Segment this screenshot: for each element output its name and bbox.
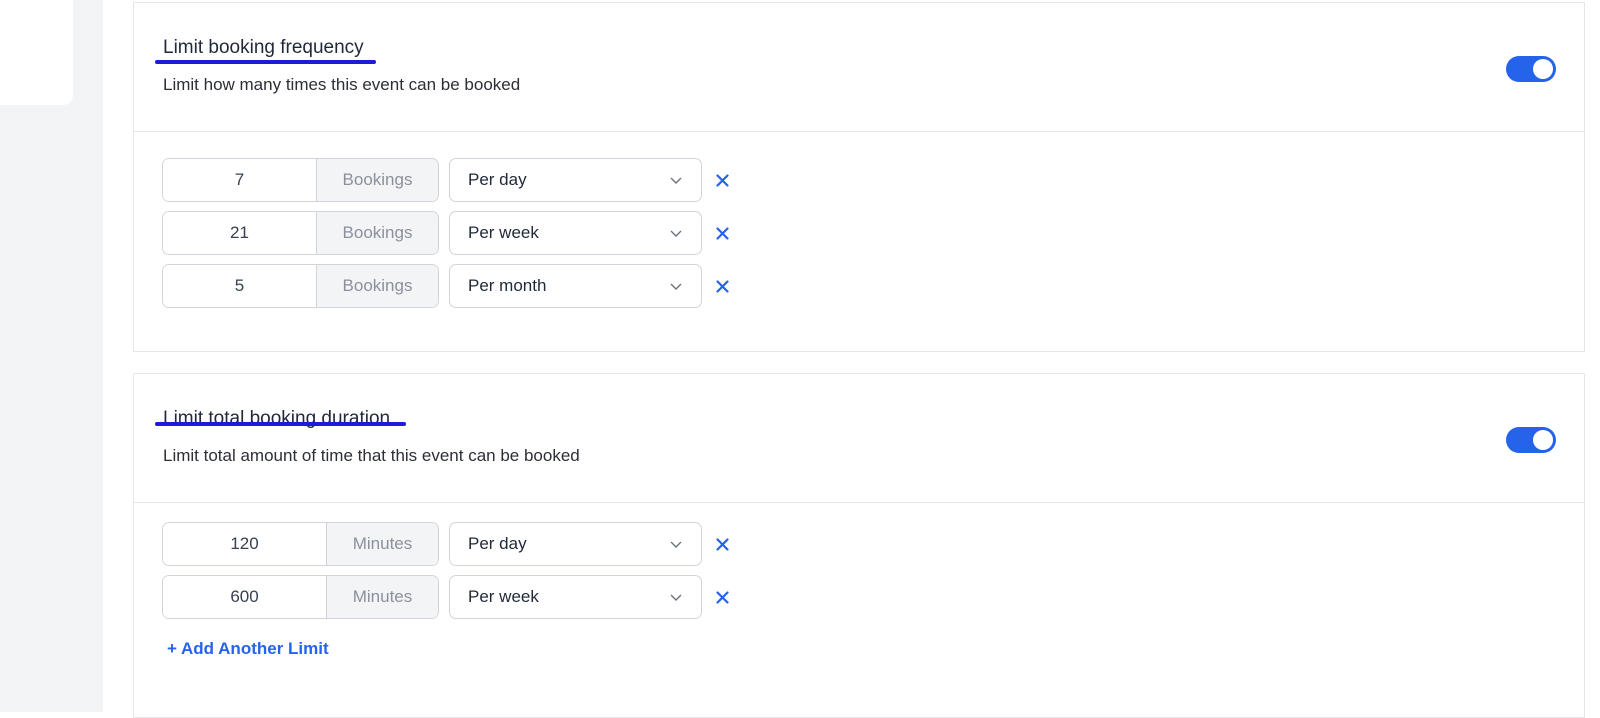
remove-limit-button[interactable] [714, 225, 730, 241]
annotation-underline [155, 60, 376, 64]
limit-duration-toggle[interactable] [1506, 427, 1556, 453]
limit-row: Bookings Per week [162, 211, 730, 255]
close-icon [715, 279, 729, 293]
limit-row: Bookings Per month [162, 264, 730, 308]
annotation-underline [155, 422, 406, 426]
limit-value-input[interactable] [163, 523, 326, 565]
section-title: Limit total booking duration [163, 408, 391, 429]
limit-input-group: Bookings [162, 211, 439, 255]
limit-input-group: Bookings [162, 158, 439, 202]
chevron-down-icon [670, 541, 682, 548]
toggle-knob [1533, 59, 1553, 79]
close-icon [715, 173, 729, 187]
period-select[interactable]: Per day [449, 522, 702, 566]
limit-unit-label: Bookings [316, 159, 438, 201]
limit-row: Minutes Per week [162, 575, 730, 619]
period-select-value: Per month [468, 276, 547, 295]
limit-rows: Bookings Per day Bookings Per week [162, 158, 730, 317]
limit-unit-label: Minutes [326, 523, 438, 565]
limit-value-input[interactable] [163, 576, 326, 618]
sidebar-card [0, 0, 73, 105]
period-select-value: Per week [468, 587, 539, 606]
chevron-down-icon [670, 594, 682, 601]
limit-duration-header: Limit total booking duration Limit total… [134, 374, 1584, 503]
limit-unit-label: Bookings [316, 265, 438, 307]
add-another-limit-button[interactable]: + Add Another Limit [167, 639, 329, 659]
limit-row: Minutes Per day [162, 522, 730, 566]
limit-unit-label: Bookings [316, 212, 438, 254]
limit-frequency-section: Limit booking frequency Limit how many t… [133, 2, 1585, 352]
limit-rows: Minutes Per day Minutes Per week [162, 522, 730, 628]
section-description: Limit total amount of time that this eve… [163, 446, 580, 465]
limit-frequency-toggle[interactable] [1506, 56, 1556, 82]
limit-input-group: Minutes [162, 522, 439, 566]
limit-row: Bookings Per day [162, 158, 730, 202]
close-icon [715, 226, 729, 240]
period-select[interactable]: Per day [449, 158, 702, 202]
remove-limit-button[interactable] [714, 172, 730, 188]
chevron-down-icon [670, 230, 682, 237]
limit-value-input[interactable] [163, 265, 316, 307]
limit-value-input[interactable] [163, 212, 316, 254]
chevron-down-icon [670, 283, 682, 290]
remove-limit-button[interactable] [714, 589, 730, 605]
close-icon [715, 537, 729, 551]
limit-input-group: Minutes [162, 575, 439, 619]
remove-limit-button[interactable] [714, 536, 730, 552]
left-rail [0, 0, 103, 712]
section-title: Limit booking frequency [163, 37, 364, 58]
chevron-down-icon [670, 177, 682, 184]
close-icon [715, 590, 729, 604]
limit-duration-section: Limit total booking duration Limit total… [133, 373, 1585, 718]
limit-value-input[interactable] [163, 159, 316, 201]
section-description: Limit how many times this event can be b… [163, 75, 521, 94]
toggle-knob [1533, 430, 1553, 450]
period-select[interactable]: Per week [449, 575, 702, 619]
period-select-value: Per day [468, 534, 527, 553]
limit-input-group: Bookings [162, 264, 439, 308]
period-select-value: Per day [468, 170, 527, 189]
limit-unit-label: Minutes [326, 576, 438, 618]
period-select-value: Per week [468, 223, 539, 242]
period-select[interactable]: Per month [449, 264, 702, 308]
remove-limit-button[interactable] [714, 278, 730, 294]
limit-frequency-header: Limit booking frequency Limit how many t… [134, 3, 1584, 132]
period-select[interactable]: Per week [449, 211, 702, 255]
